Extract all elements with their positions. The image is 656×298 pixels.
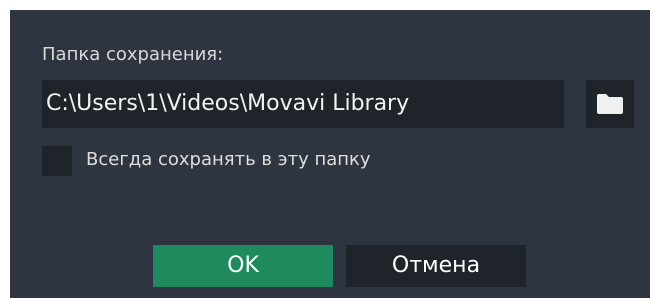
save-folder-dialog: Папка сохранения: C:\Users\1\Videos\Mova… (10, 10, 650, 298)
save-folder-label: Папка сохранения: (42, 44, 224, 65)
folder-icon (597, 94, 623, 114)
cancel-button[interactable]: Отмена (346, 245, 526, 287)
save-folder-path-input[interactable]: C:\Users\1\Videos\Movavi Library (42, 80, 564, 128)
browse-folder-button[interactable] (586, 80, 634, 128)
ok-button[interactable]: OK (153, 245, 333, 287)
always-save-checkbox[interactable] (42, 146, 72, 176)
always-save-label[interactable]: Всегда сохранять в эту папку (86, 149, 371, 170)
